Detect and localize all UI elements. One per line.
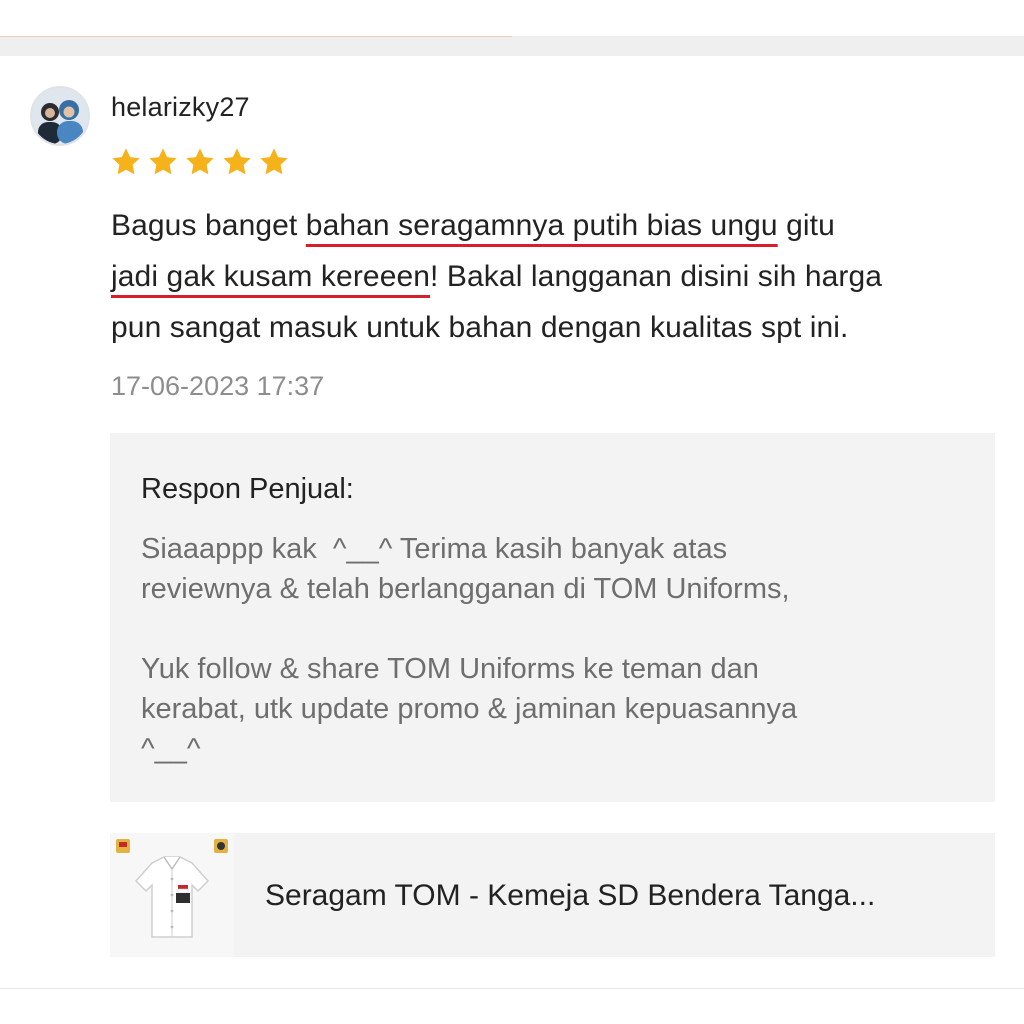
seller-response-line: Siaaappp kak ^__^ Terima kasih banyak at… [141, 533, 728, 565]
star-icon [149, 148, 177, 175]
review-text-segment: ! Bakal langganan disini sih harga [430, 260, 883, 293]
seller-response-line: ^__^ [141, 733, 201, 765]
star-icon [260, 148, 288, 175]
user-avatar[interactable] [30, 86, 90, 146]
seller-response-line: reviewnya & telah berlangganan di TOM Un… [141, 573, 790, 605]
seller-response-line: kerabat, utk update promo & jaminan kepu… [141, 693, 798, 725]
seller-response-text: Siaaappp kak ^__^ Terima kasih banyak at… [141, 529, 971, 769]
top-bar [0, 0, 1024, 36]
reviewer-username[interactable]: helarizky27 [111, 92, 250, 123]
rating-stars [110, 146, 290, 180]
review-text: Bagus banget bahan seragamnya putih bias… [111, 200, 1011, 353]
product-title[interactable]: Seragam TOM - Kemeja SD Bendera Tanga... [265, 879, 875, 913]
underlined-text-segment: jadi gak kusam kereeen [111, 260, 431, 293]
review-line-1: Bagus banget bahan seragamnya putih bias… [111, 200, 1011, 251]
white-school-shirt-icon [110, 833, 234, 957]
product-card[interactable]: Seragam TOM - Kemeja SD Bendera Tanga... [110, 833, 995, 957]
underlined-text-segment: bahan seragamnya putih bias ungu [305, 209, 778, 242]
review-line-3: pun sangat masuk untuk bahan dengan kual… [111, 311, 849, 344]
section-separator [0, 36, 1024, 56]
star-icon [112, 148, 140, 175]
review-text-segment: Bagus banget [111, 209, 306, 242]
seller-response-line: Yuk follow & share TOM Uniforms ke teman… [141, 653, 759, 685]
star-icon [186, 148, 214, 175]
product-thumbnail [110, 833, 234, 957]
seller-response-box: Respon Penjual: Siaaappp kak ^__^ Terima… [110, 433, 995, 802]
review-line-2: jadi gak kusam kereeen! Bakal langganan … [111, 251, 1011, 302]
separator-accent [0, 36, 512, 37]
avatar-photo-icon [32, 88, 88, 144]
bottom-divider [0, 988, 1024, 989]
review-text-segment: gitu [777, 209, 835, 242]
review-timestamp: 17-06-2023 17:37 [111, 371, 325, 401]
star-icon [223, 148, 251, 175]
seller-response-label: Respon Penjual: [141, 473, 354, 505]
